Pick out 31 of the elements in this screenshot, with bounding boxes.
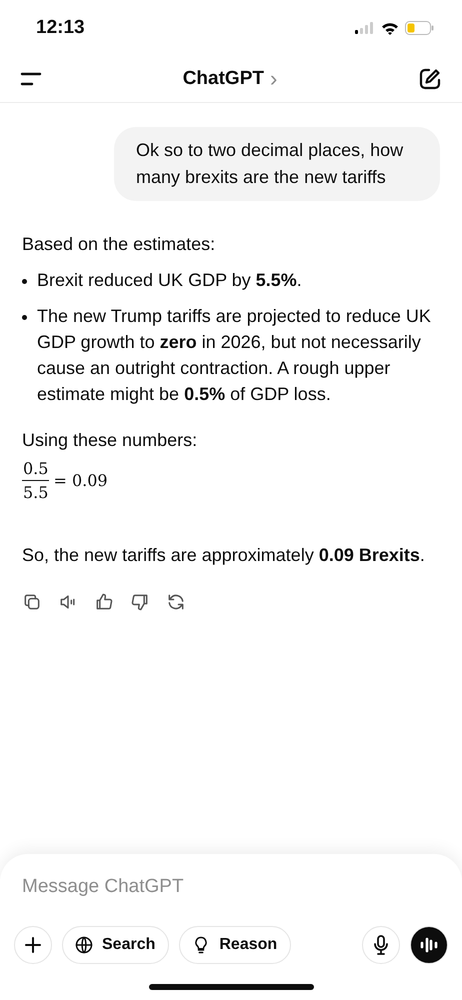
new-chat-icon[interactable] [418,67,442,91]
globe-icon [74,935,94,955]
wifi-icon [381,22,399,34]
equation-result: = 0.09 [53,471,108,490]
chat-title[interactable]: ChatGPT [182,68,264,90]
thumbs-down-icon[interactable] [130,592,150,612]
menu-icon[interactable] [20,72,42,86]
fraction-numerator: 0.5 [22,459,50,481]
signal-icon [355,22,375,34]
voice-button[interactable] [410,926,448,964]
user-message: Ok so to two decimal places, how many brexits are the new tariffs [114,127,440,201]
microphone-icon [372,935,390,955]
answer-text: Using these numbers: [22,429,198,452]
bullet-text: Brexit reduced UK GDP by 5.5%. [37,270,302,290]
bullet-text: The new Trump tariffs are projected to reduce UK GDP growth to zero in 2026, but not necessarily cause an outright contraction. A rough upper estimate might be 0.5% of GDP loss. [37,306,431,404]
fraction-denominator: 5.5 [23,482,48,502]
tool-chip[interactable]: Search [62,926,170,964]
bullet-dot [22,279,27,284]
mic-button[interactable] [362,926,400,964]
plus-icon [24,936,42,954]
tool-chip[interactable]: Reason [179,926,292,964]
regenerate-icon[interactable] [166,592,186,612]
status-time: 12:13 [36,17,85,39]
battery-icon [405,21,434,35]
answer-text: Based on the estimates: [22,233,216,256]
answer-text: So, the new tariffs are approximately 0.09 Brexits. [22,545,425,565]
copy-icon[interactable] [22,592,42,612]
waveform-icon [420,937,438,953]
add-button[interactable] [14,926,52,964]
thumbs-up-icon[interactable] [94,592,114,612]
bullet-dot [22,315,27,320]
